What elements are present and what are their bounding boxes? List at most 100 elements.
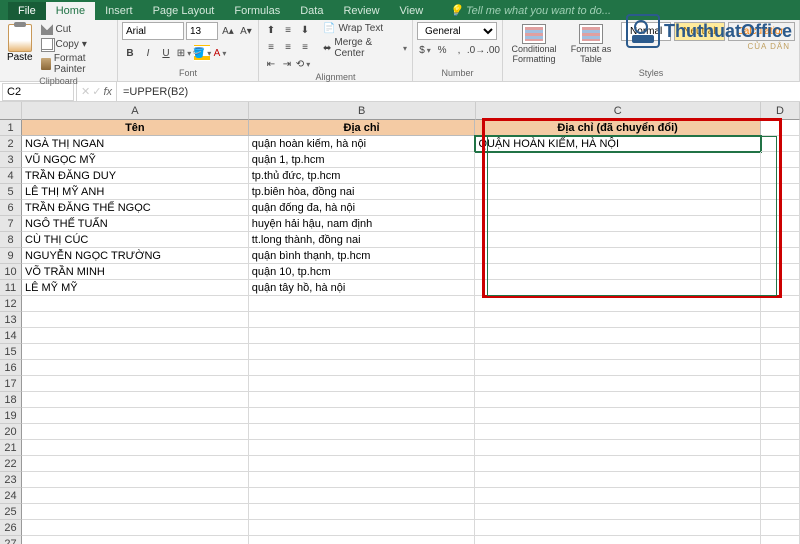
cell[interactable]: [249, 360, 476, 376]
cell[interactable]: NGÀ THỊ NGAN: [22, 136, 249, 152]
cell[interactable]: quận đống đa, hà nội: [249, 200, 476, 216]
cell[interactable]: [249, 376, 476, 392]
cell[interactable]: [475, 216, 760, 232]
cell[interactable]: [761, 392, 800, 408]
row-header[interactable]: 17: [0, 376, 22, 392]
cell[interactable]: [761, 344, 800, 360]
row-header[interactable]: 10: [0, 264, 22, 280]
cell[interactable]: [761, 264, 800, 280]
cell[interactable]: [475, 248, 760, 264]
cell[interactable]: quận hoàn kiếm, hà nội: [249, 136, 476, 152]
cell[interactable]: [22, 472, 249, 488]
cell[interactable]: [475, 504, 760, 520]
cell[interactable]: [22, 344, 249, 360]
formula-input[interactable]: =UPPER(B2): [117, 85, 800, 99]
cell[interactable]: [22, 536, 249, 544]
cell[interactable]: tp.biên hòa, đồng nai: [249, 184, 476, 200]
tab-view[interactable]: View: [390, 2, 434, 20]
cell[interactable]: TRẦN ĐĂNG DUY: [22, 168, 249, 184]
decrease-font-button[interactable]: A▾: [238, 23, 254, 39]
cell[interactable]: [22, 328, 249, 344]
cell[interactable]: [475, 472, 760, 488]
cell[interactable]: [249, 328, 476, 344]
tab-insert[interactable]: Insert: [95, 2, 143, 20]
cell[interactable]: [249, 312, 476, 328]
cell[interactable]: [249, 440, 476, 456]
cell[interactable]: [249, 536, 476, 544]
cell[interactable]: [761, 216, 800, 232]
cut-button[interactable]: Cut: [39, 22, 114, 36]
cell[interactable]: [761, 168, 800, 184]
cell[interactable]: [761, 328, 800, 344]
cell[interactable]: [22, 296, 249, 312]
row-header[interactable]: 3: [0, 152, 22, 168]
cell[interactable]: [22, 488, 249, 504]
cell[interactable]: huyện hải hậu, nam định: [249, 216, 476, 232]
cell[interactable]: [249, 520, 476, 536]
align-middle-button[interactable]: ≡: [280, 22, 296, 38]
cell[interactable]: tp.thủ đức, tp.hcm: [249, 168, 476, 184]
row-header[interactable]: 18: [0, 392, 22, 408]
row-header[interactable]: 24: [0, 488, 22, 504]
cell[interactable]: [475, 184, 760, 200]
cell[interactable]: quận bình thạnh, tp.hcm: [249, 248, 476, 264]
cell[interactable]: [475, 376, 760, 392]
row-header[interactable]: 19: [0, 408, 22, 424]
row-header[interactable]: 27: [0, 536, 22, 544]
cell[interactable]: [475, 536, 760, 544]
cell[interactable]: [475, 456, 760, 472]
cell[interactable]: [249, 344, 476, 360]
cell[interactable]: [761, 152, 800, 168]
cell[interactable]: [475, 392, 760, 408]
format-painter-button[interactable]: Format Painter: [39, 52, 114, 76]
header-cell[interactable]: Địa chỉ: [249, 120, 476, 136]
accounting-format-button[interactable]: $: [417, 42, 433, 58]
row-header[interactable]: 6: [0, 200, 22, 216]
merge-center-button[interactable]: ⬌ Merge & Center: [322, 36, 408, 60]
paste-button[interactable]: Paste: [4, 22, 36, 63]
orientation-button[interactable]: ⟲: [295, 56, 311, 72]
row-header[interactable]: 9: [0, 248, 22, 264]
cell[interactable]: TRẦN ĐĂNG THẾ NGỌC: [22, 200, 249, 216]
tell-me-search[interactable]: 💡 Tell me what you want to do...: [439, 1, 621, 20]
row-header[interactable]: 5: [0, 184, 22, 200]
row-header[interactable]: 11: [0, 280, 22, 296]
cell[interactable]: NGÔ THẾ TUẤN: [22, 216, 249, 232]
cell[interactable]: [475, 200, 760, 216]
cell[interactable]: LÊ THỊ MỸ ANH: [22, 184, 249, 200]
cell[interactable]: [761, 360, 800, 376]
col-header-b[interactable]: B: [249, 102, 476, 120]
cell[interactable]: [22, 312, 249, 328]
row-header[interactable]: 2: [0, 136, 22, 152]
cell[interactable]: [475, 152, 760, 168]
cell[interactable]: CÙ THỊ CÚC: [22, 232, 249, 248]
col-header-c[interactable]: C: [476, 102, 761, 120]
cell[interactable]: QUẬN HOÀN KIẾM, HÀ NỘI: [475, 136, 760, 152]
cell[interactable]: [22, 392, 249, 408]
cell[interactable]: [761, 296, 800, 312]
cell[interactable]: tt.long thành, đồng nai: [249, 232, 476, 248]
cell[interactable]: [761, 520, 800, 536]
cell[interactable]: [761, 536, 800, 544]
cell[interactable]: [761, 184, 800, 200]
row-header[interactable]: 20: [0, 424, 22, 440]
cell[interactable]: [249, 456, 476, 472]
tab-data[interactable]: Data: [290, 2, 333, 20]
cell[interactable]: [761, 440, 800, 456]
font-size-select[interactable]: [186, 22, 218, 40]
cell[interactable]: [475, 408, 760, 424]
cell[interactable]: [475, 360, 760, 376]
cell[interactable]: [761, 136, 800, 152]
row-header[interactable]: 7: [0, 216, 22, 232]
font-name-select[interactable]: [122, 22, 184, 40]
cell[interactable]: [475, 264, 760, 280]
row-header[interactable]: 13: [0, 312, 22, 328]
cell[interactable]: [249, 472, 476, 488]
row-header[interactable]: 22: [0, 456, 22, 472]
cell[interactable]: [761, 120, 800, 136]
cell[interactable]: [761, 408, 800, 424]
cell[interactable]: LÊ MỸ MỸ: [22, 280, 249, 296]
row-header[interactable]: 23: [0, 472, 22, 488]
header-cell[interactable]: Địa chỉ (đã chuyển đổi): [475, 120, 760, 136]
cell[interactable]: [475, 168, 760, 184]
